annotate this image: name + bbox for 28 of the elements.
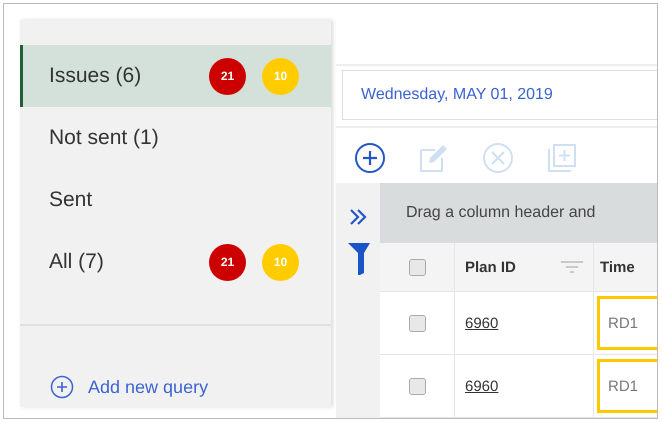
plan-id-link[interactable]: 6960 bbox=[465, 378, 498, 394]
plan-id-link[interactable]: 6960 bbox=[465, 314, 498, 332]
expand-icon[interactable] bbox=[348, 207, 368, 227]
query-label: Not sent (1) bbox=[49, 126, 160, 150]
group-hint: Drag a column header and bbox=[406, 204, 596, 222]
count-badge: 21 bbox=[209, 244, 246, 280]
time-cell: RD1 bbox=[597, 296, 657, 350]
count-badge: 21 bbox=[209, 58, 246, 94]
add-icon[interactable] bbox=[354, 142, 386, 174]
column-header[interactable]: Time bbox=[600, 258, 635, 276]
count-badge: 10 bbox=[262, 58, 299, 94]
row-checkbox[interactable] bbox=[408, 378, 426, 394]
select-all-checkbox[interactable] bbox=[408, 258, 426, 276]
query-item[interactable]: All (7) 21 10 bbox=[20, 231, 331, 293]
query-item[interactable]: Not sent (1) bbox=[20, 107, 331, 169]
query-item[interactable]: Issues (6) 21 10 bbox=[20, 45, 331, 107]
add-icon bbox=[50, 375, 74, 399]
column-header[interactable]: Plan ID bbox=[465, 258, 516, 276]
query-label: Sent bbox=[49, 188, 94, 212]
row-checkbox[interactable] bbox=[408, 314, 426, 332]
date-field[interactable]: Wednesday, MAY 01, 2019 bbox=[342, 70, 657, 120]
add-query-link[interactable]: Add new query bbox=[50, 375, 331, 399]
time-cell: RD1 bbox=[597, 359, 657, 413]
query-item[interactable]: Sent bbox=[20, 169, 331, 231]
filter-icon[interactable] bbox=[348, 243, 370, 275]
count-badge: 10 bbox=[262, 244, 299, 280]
query-label: Issues (6) bbox=[49, 64, 142, 88]
query-label: All (7) bbox=[49, 250, 105, 274]
